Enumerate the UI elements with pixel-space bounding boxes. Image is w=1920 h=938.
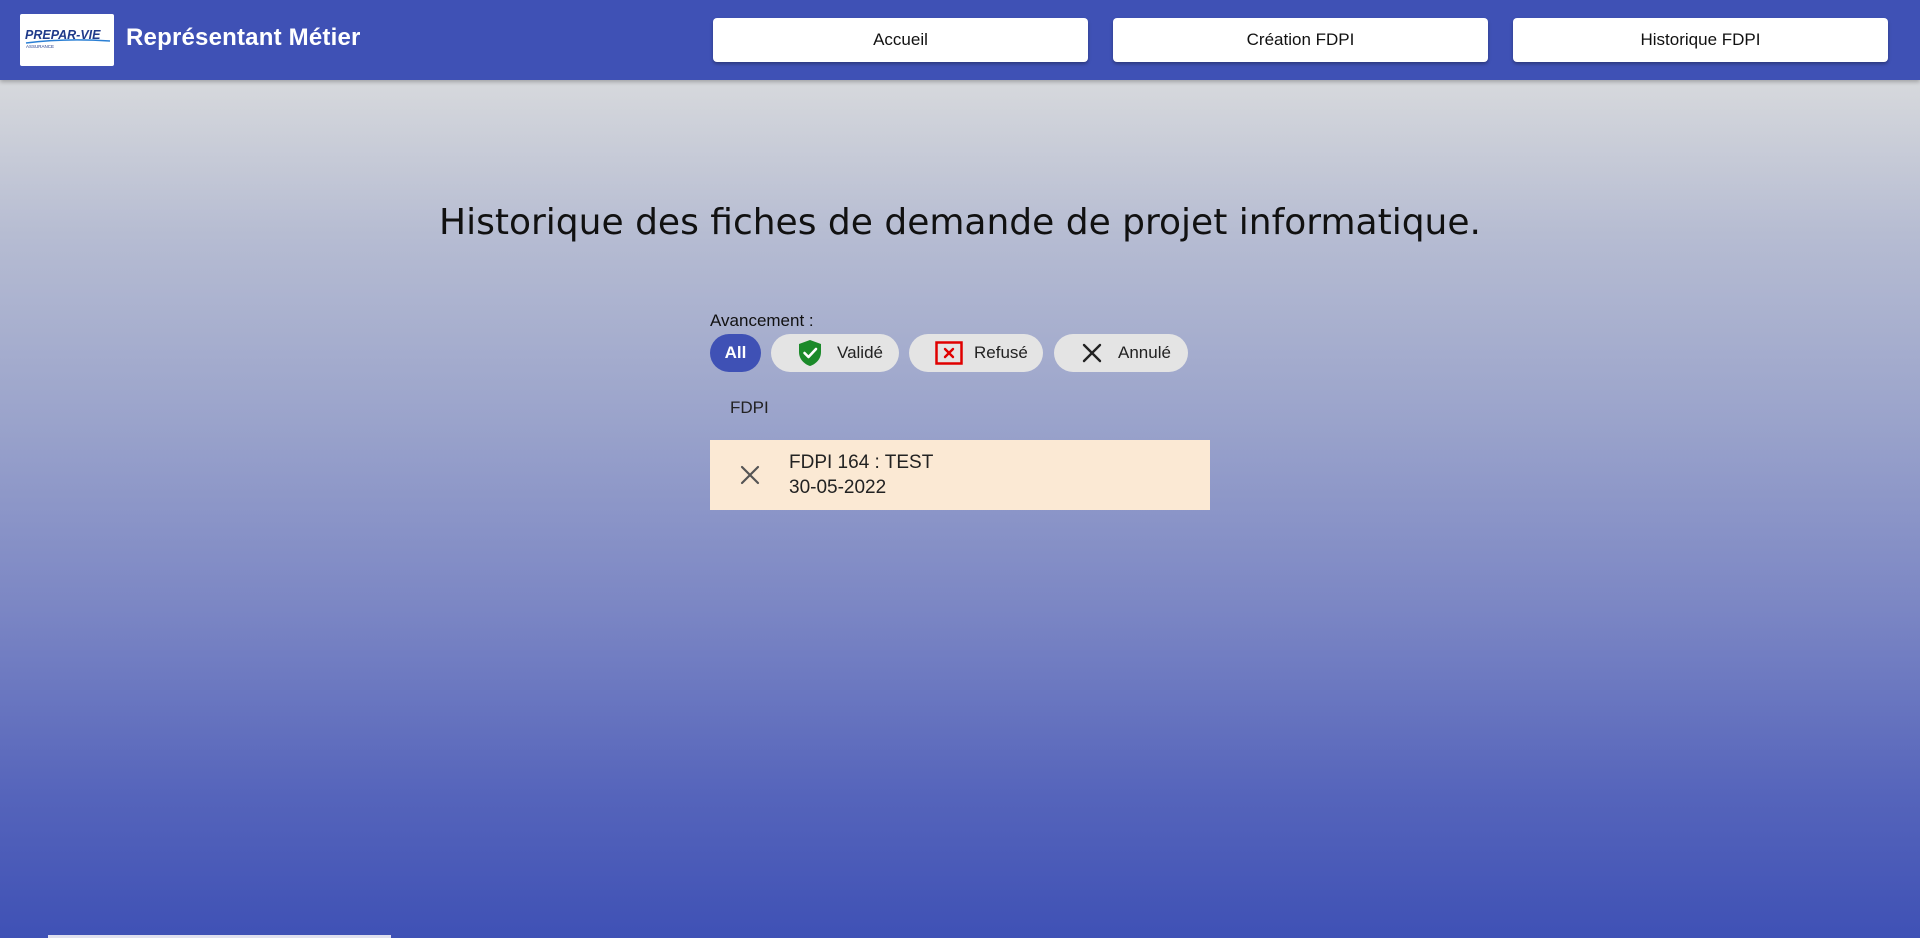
prepar-vie-logo-icon: PREPAR-VIE ASSURANCE bbox=[25, 28, 111, 49]
top-app-bar: PREPAR-VIE ASSURANCE Représentant Métier… bbox=[0, 0, 1920, 80]
nav-historique-fdpi-button[interactable]: Historique FDPI bbox=[1513, 18, 1888, 62]
filter-chip-valide-label: Validé bbox=[837, 343, 883, 362]
svg-text:ASSURANCE: ASSURANCE bbox=[26, 44, 54, 49]
filter-chip-refuse-label: Refusé bbox=[974, 343, 1028, 362]
square-x-icon bbox=[935, 341, 963, 365]
page-title: Historique des fiches de demande de proj… bbox=[439, 202, 1481, 243]
filter-chip-all[interactable]: All bbox=[710, 334, 761, 372]
nav-creation-fdpi-button[interactable]: Création FDPI bbox=[1113, 18, 1488, 62]
close-icon bbox=[1082, 343, 1102, 363]
list-header: FDPI bbox=[730, 398, 769, 417]
close-icon bbox=[738, 463, 762, 492]
filter-chip-refuse[interactable]: Refusé bbox=[909, 334, 1043, 372]
app-title: Représentant Métier bbox=[126, 24, 361, 51]
filter-label: Avancement : bbox=[710, 311, 814, 330]
list-item-date: 30-05-2022 bbox=[789, 477, 887, 498]
filter-chip-valide[interactable]: Validé bbox=[771, 334, 899, 372]
list-item[interactable]: FDPI 164 : TEST 30-05-2022 bbox=[710, 440, 1210, 510]
company-logo[interactable]: PREPAR-VIE ASSURANCE bbox=[20, 14, 114, 66]
filter-chip-all-label: All bbox=[724, 343, 747, 362]
nav-accueil-button[interactable]: Accueil bbox=[713, 18, 1088, 62]
list-item-title: FDPI 164 : TEST bbox=[789, 452, 934, 473]
filter-chip-annule-label: Annulé bbox=[1118, 343, 1171, 362]
filter-chip-annule[interactable]: Annulé bbox=[1054, 334, 1188, 372]
shield-check-icon bbox=[797, 339, 823, 367]
